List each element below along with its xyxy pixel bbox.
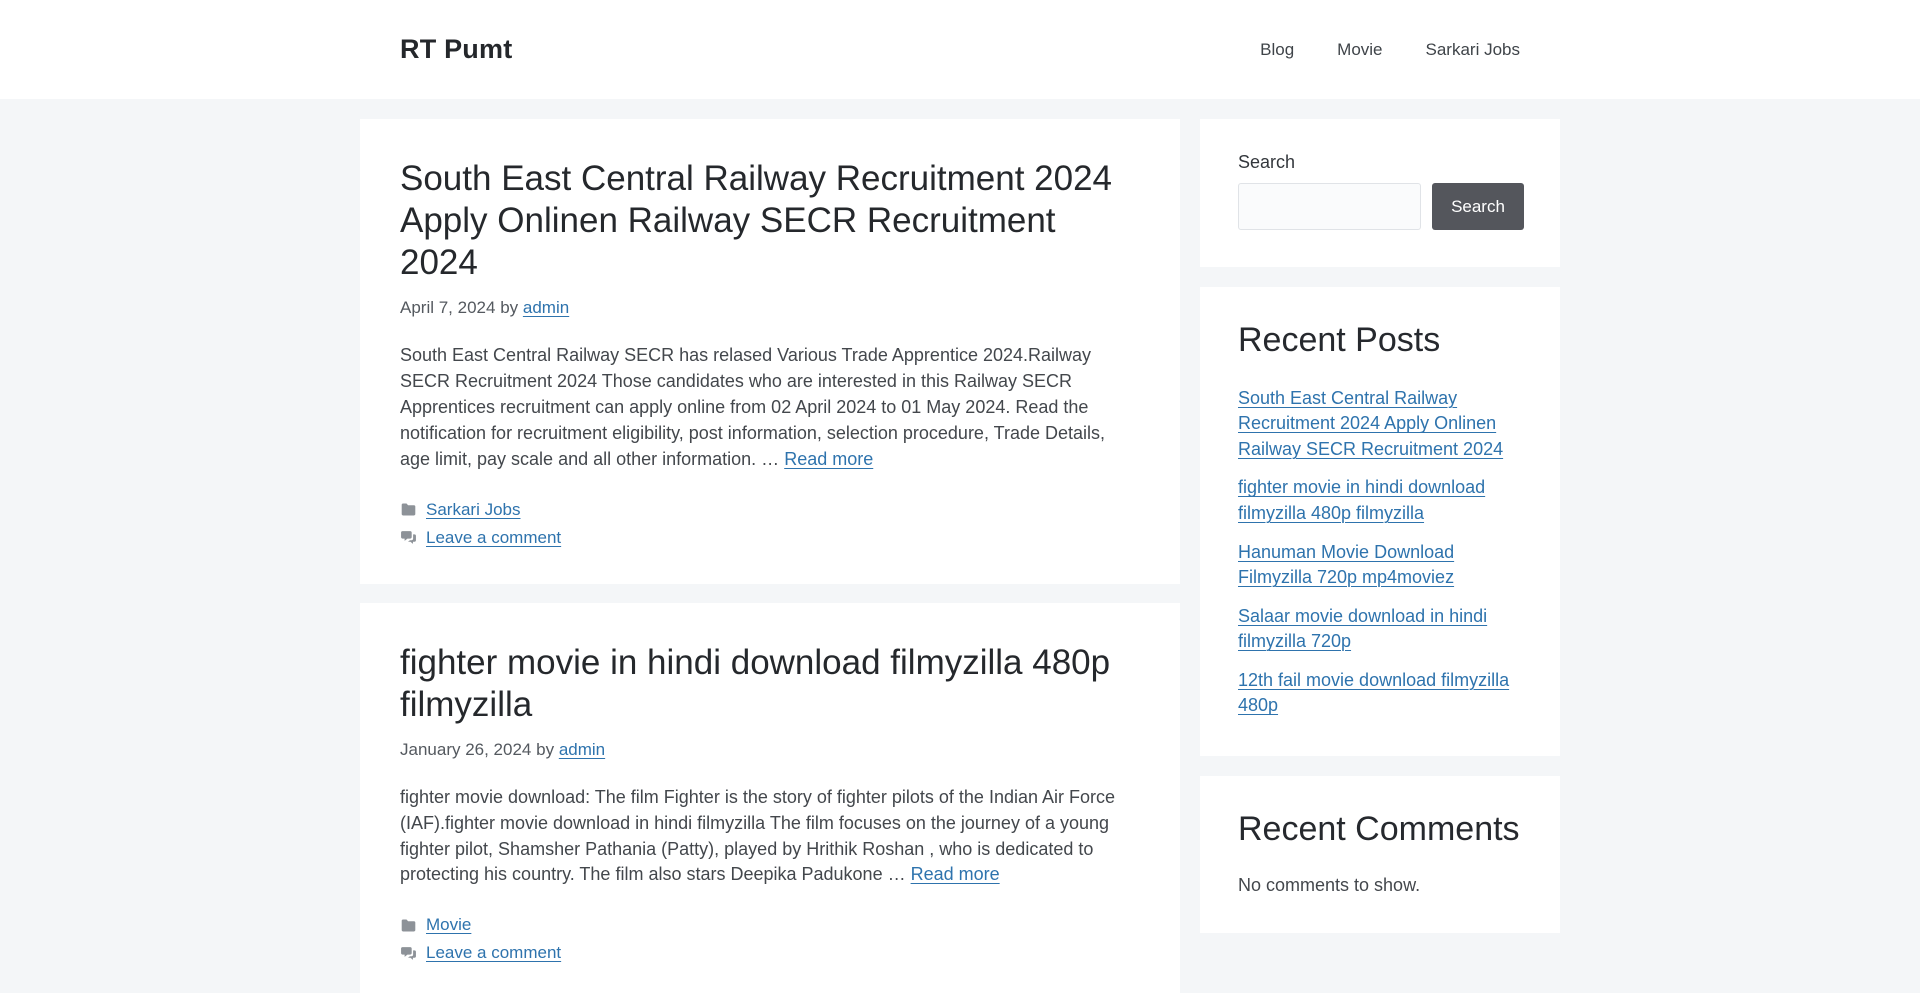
folder-icon — [400, 917, 417, 934]
recent-post-item: Hanuman Movie Download Filmyzilla 720p m… — [1238, 540, 1524, 591]
post-card: fighter movie in hindi download filmyzil… — [360, 603, 1180, 993]
recent-posts-title: Recent Posts — [1238, 320, 1524, 362]
post-date: April 7, 2024 — [400, 298, 495, 317]
post-category-link[interactable]: Movie — [426, 914, 471, 936]
content-area: South East Central Railway Recruitment 2… — [360, 99, 1560, 993]
entry-footer: Movie Leave a comment — [400, 914, 1140, 964]
recent-post-link[interactable]: 12th fail movie download filmyzilla 480p — [1238, 670, 1509, 716]
search-input[interactable] — [1238, 183, 1421, 230]
recent-post-link[interactable]: Hanuman Movie Download Filmyzilla 720p m… — [1238, 542, 1454, 588]
recent-posts-list: South East Central Railway Recruitment 2… — [1238, 386, 1524, 719]
post-byline: by — [536, 740, 554, 759]
folder-icon — [400, 501, 417, 518]
post-category-link[interactable]: Sarkari Jobs — [426, 499, 520, 521]
recent-post-item: South East Central Railway Recruitment 2… — [1238, 386, 1524, 463]
post-date: January 26, 2024 — [400, 740, 531, 759]
recent-comments-widget: Recent Comments No comments to show. — [1200, 776, 1560, 933]
recent-post-item: fighter movie in hindi download filmyzil… — [1238, 475, 1524, 526]
recent-post-item: Salaar movie download in hindi filmyzill… — [1238, 604, 1524, 655]
leave-comment-link[interactable]: Leave a comment — [426, 527, 561, 549]
recent-post-link[interactable]: Salaar movie download in hindi filmyzill… — [1238, 606, 1487, 652]
leave-comment-link[interactable]: Leave a comment — [426, 942, 561, 964]
post-excerpt: fighter movie download: The film Fighter… — [400, 787, 1115, 885]
post-card: South East Central Railway Recruitment 2… — [360, 119, 1180, 584]
nav-item-movie[interactable]: Movie — [1337, 40, 1382, 60]
site-header: RT Pumt Blog Movie Sarkari Jobs — [0, 0, 1920, 99]
entry-footer: Sarkari Jobs Leave a comment — [400, 499, 1140, 549]
no-comments-text: No comments to show. — [1238, 875, 1524, 896]
main-nav: Blog Movie Sarkari Jobs — [1217, 40, 1520, 60]
post-author-link[interactable]: admin — [559, 740, 605, 759]
recent-post-item: 12th fail movie download filmyzilla 480p — [1238, 668, 1524, 719]
recent-post-link[interactable]: fighter movie in hindi download filmyzil… — [1238, 477, 1485, 523]
read-more-link[interactable]: Read more — [911, 864, 1000, 884]
search-widget: Search Search — [1200, 119, 1560, 267]
recent-posts-widget: Recent Posts South East Central Railway … — [1200, 287, 1560, 756]
post-title[interactable]: South East Central Railway Recruitment 2… — [400, 158, 1140, 284]
read-more-link[interactable]: Read more — [784, 449, 873, 469]
post-title[interactable]: fighter movie in hindi download filmyzil… — [400, 642, 1140, 726]
nav-item-sarkari-jobs[interactable]: Sarkari Jobs — [1426, 40, 1520, 60]
search-button[interactable]: Search — [1432, 183, 1524, 230]
post-byline: by — [500, 298, 518, 317]
nav-item-blog[interactable]: Blog — [1260, 40, 1294, 60]
post-author-link[interactable]: admin — [523, 298, 569, 317]
post-excerpt: South East Central Railway SECR has rela… — [400, 345, 1105, 469]
sidebar: Search Search Recent Posts South East Ce… — [1200, 119, 1560, 953]
search-label: Search — [1238, 152, 1524, 173]
main-column: South East Central Railway Recruitment 2… — [360, 119, 1180, 993]
recent-post-link[interactable]: South East Central Railway Recruitment 2… — [1238, 388, 1503, 459]
comments-icon — [400, 529, 417, 546]
comments-icon — [400, 945, 417, 962]
post-meta: January 26, 2024 by admin — [400, 740, 1140, 760]
site-title[interactable]: RT Pumt — [400, 34, 512, 65]
recent-comments-title: Recent Comments — [1238, 809, 1524, 851]
post-meta: April 7, 2024 by admin — [400, 298, 1140, 318]
